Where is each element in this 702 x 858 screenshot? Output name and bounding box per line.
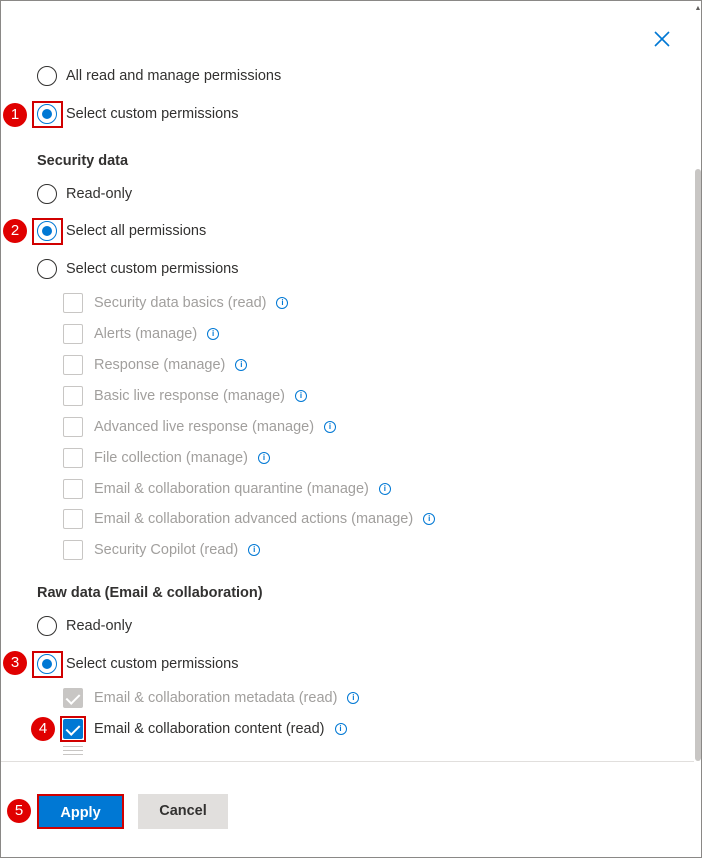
cancel-button[interactable]: Cancel [138, 794, 228, 829]
step-badge-4: 4 [31, 717, 55, 741]
radio-circle [37, 184, 57, 204]
permission-advanced-live-response[interactable]: Advanced live response (manage) i [63, 416, 337, 438]
checkmark-icon [65, 690, 81, 705]
checkbox[interactable] [63, 540, 83, 560]
radio-circle [37, 616, 57, 636]
checkbox[interactable] [63, 293, 83, 313]
permission-response[interactable]: Response (manage) i [63, 354, 248, 376]
radio-security-select-custom[interactable]: Select custom permissions [37, 257, 238, 281]
permission-label: Basic live response (manage) [94, 388, 286, 404]
radio-label: Read-only [66, 618, 133, 634]
permission-label: Security Copilot (read) [94, 542, 239, 558]
radio-circle [37, 654, 57, 674]
permission-label: Email & collaboration content (read) [94, 721, 325, 737]
checkbox[interactable] [63, 355, 83, 375]
info-icon[interactable]: i [423, 513, 436, 525]
radio-all-read-manage[interactable]: All read and manage permissions [37, 64, 281, 88]
info-icon[interactable]: i [257, 452, 270, 464]
checkbox[interactable] [63, 688, 83, 708]
radio-raw-select-custom[interactable]: Select custom permissions [37, 652, 238, 676]
permission-label: Response (manage) [94, 357, 226, 373]
radio-circle [37, 259, 57, 279]
checkbox[interactable] [63, 324, 83, 344]
radio-label: All read and manage permissions [66, 68, 282, 84]
permission-label: Email & collaboration advanced actions (… [94, 511, 414, 527]
step-badge-3: 3 [3, 651, 27, 675]
info-icon[interactable]: i [248, 544, 261, 556]
step-badge-1: 1 [3, 103, 27, 127]
close-icon[interactable] [649, 26, 675, 52]
permission-label: File collection (manage) [94, 450, 248, 466]
checkbox[interactable] [63, 417, 83, 437]
permission-file-collection[interactable]: File collection (manage) i [63, 447, 270, 469]
info-icon[interactable]: i [334, 723, 347, 735]
footer-divider [1, 761, 694, 762]
checkbox[interactable] [63, 479, 83, 499]
permission-label: Email & collaboration metadata (read) [94, 690, 338, 706]
radio-label: Read-only [66, 186, 133, 202]
info-icon[interactable]: i [324, 421, 337, 433]
scroll-up-icon[interactable]: ▲ [693, 5, 701, 12]
checkbox[interactable] [63, 448, 83, 468]
scrolled-content-edge [63, 746, 83, 760]
permission-security-data-basics[interactable]: Security data basics (read) i [63, 292, 289, 314]
apply-button[interactable]: Apply [37, 794, 124, 829]
permission-basic-live-response[interactable]: Basic live response (manage) i [63, 385, 308, 407]
security-data-title: Security data [37, 153, 129, 169]
permission-label: Advanced live response (manage) [94, 419, 315, 435]
permission-label: Alerts (manage) [94, 326, 198, 342]
permission-email-content[interactable]: Email & collaboration content (read) i [63, 718, 347, 740]
scrollbar[interactable]: ▲ [693, 1, 701, 761]
info-icon[interactable]: i [378, 483, 391, 495]
permission-email-quarantine[interactable]: Email & collaboration quarantine (manage… [63, 478, 391, 500]
info-icon[interactable]: i [347, 692, 360, 704]
radio-select-custom-permissions[interactable]: Select custom permissions [37, 102, 238, 126]
info-icon[interactable]: i [276, 297, 289, 309]
radio-label: Select custom permissions [66, 261, 239, 277]
permission-email-advanced-actions[interactable]: Email & collaboration advanced actions (… [63, 508, 436, 530]
radio-label: Select custom permissions [66, 656, 239, 672]
radio-circle [37, 221, 57, 241]
radio-raw-read-only[interactable]: Read-only [37, 614, 132, 638]
radio-circle [37, 66, 57, 86]
checkbox[interactable] [63, 386, 83, 406]
permissions-panel: All read and manage permissions Select c… [0, 0, 702, 858]
permission-label: Security data basics (read) [94, 295, 267, 311]
scrollbar-thumb[interactable] [695, 169, 701, 761]
info-icon[interactable]: i [295, 390, 308, 402]
radio-security-read-only[interactable]: Read-only [37, 182, 132, 206]
checkbox[interactable] [63, 719, 83, 739]
info-icon[interactable]: i [207, 328, 220, 340]
step-badge-5: 5 [7, 799, 31, 823]
info-icon[interactable]: i [235, 359, 248, 371]
permission-label: Email & collaboration quarantine (manage… [94, 481, 369, 497]
permission-alerts[interactable]: Alerts (manage) i [63, 323, 220, 345]
permission-security-copilot[interactable]: Security Copilot (read) i [63, 539, 261, 561]
radio-security-select-all[interactable]: Select all permissions [37, 219, 206, 243]
step-badge-2: 2 [3, 219, 27, 243]
radio-label: Select custom permissions [66, 106, 239, 122]
radio-circle [37, 104, 57, 124]
raw-data-title: Raw data (Email & collaboration) [37, 585, 263, 601]
radio-label: Select all permissions [66, 223, 207, 239]
checkbox[interactable] [63, 509, 83, 529]
checkmark-icon [65, 721, 81, 736]
permission-email-metadata[interactable]: Email & collaboration metadata (read) i [63, 687, 360, 709]
